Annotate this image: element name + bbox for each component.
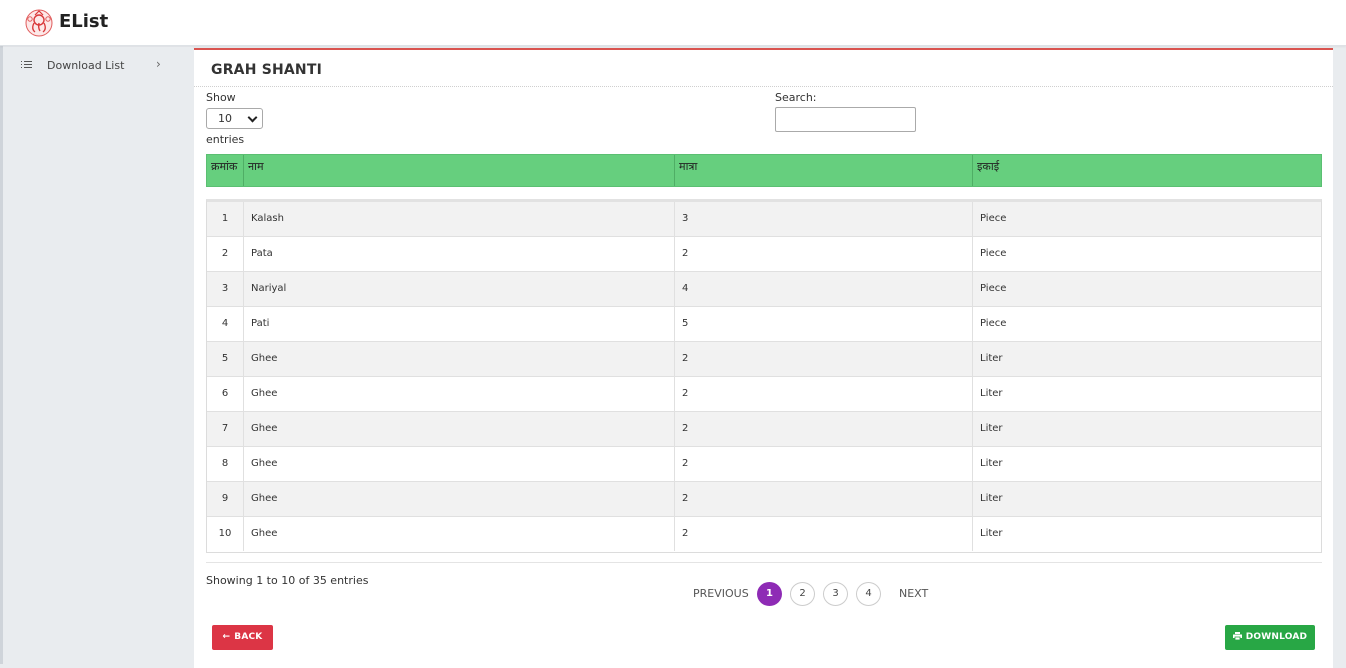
chevron-right-icon: › [156,57,161,71]
download-button-label: DOWNLOAD [1245,632,1308,642]
cell-quantity: 2 [675,237,973,271]
top-navbar: EList [0,0,1346,46]
cell-unit: Liter [980,528,1003,539]
cell-unit: Liter [980,458,1003,469]
cell-name: Ghee [244,412,675,446]
pagination-page-3[interactable]: 3 [823,582,848,606]
table-row: 4 Pati 5 Piece [207,307,1321,342]
cell-quantity: 5 [675,307,973,341]
pagination-page-1[interactable]: 1 [757,582,782,606]
sidebar-item-label: Download List [47,59,125,72]
table-header: क्रमांक नाम मात्रा इकाई [206,154,1322,187]
entries-select-value: 10 [218,112,232,125]
cell-serial: 4 [207,307,244,341]
cell-name: Ghee [244,447,675,481]
pagination-page-2[interactable]: 2 [790,582,815,606]
cell-name: Ghee [244,517,675,551]
cell-quantity: 2 [675,412,973,446]
download-button[interactable]: DOWNLOAD [1225,625,1315,650]
cell-unit: Liter [980,493,1003,504]
cell-unit: Piece [980,283,1007,294]
pagination-page-4[interactable]: 4 [856,582,881,606]
search-input[interactable] [775,107,916,132]
page-title: GRAH SHANTI [211,62,323,78]
column-header-unit[interactable]: इकाई [973,155,1321,186]
table-row: 3 Nariyal 4 Piece [207,272,1321,307]
footer-divider [206,562,1322,563]
cell-serial: 5 [207,342,244,376]
table-row: 5 Ghee 2 Liter [207,342,1321,377]
cell-quantity: 2 [675,517,973,551]
cell-serial: 6 [207,377,244,411]
back-button[interactable]: ← BACK [212,625,273,650]
back-button-label: BACK [234,632,263,642]
cell-serial: 8 [207,447,244,481]
search-label: Search: [775,91,817,104]
cell-name: Nariyal [244,272,675,306]
table-row: 2 Pata 2 Piece [207,237,1321,272]
table-row: 8 Ghee 2 Liter [207,447,1321,482]
pagination-next[interactable]: NEXT [899,587,928,600]
cell-quantity: 3 [675,202,973,236]
cell-unit: Piece [980,318,1007,329]
cell-name: Ghee [244,342,675,376]
cell-unit: Piece [980,213,1007,224]
table-row: 7 Ghee 2 Liter [207,412,1321,447]
cell-quantity: 2 [675,482,973,516]
cell-name: Pata [244,237,675,271]
showing-info: Showing 1 to 10 of 35 entries [206,574,369,587]
list-icon [21,61,32,69]
cell-serial: 9 [207,482,244,516]
chevron-down-icon [247,112,258,123]
cell-serial: 10 [207,517,244,551]
print-icon [1232,632,1242,640]
cell-quantity: 2 [675,342,973,376]
cell-serial: 2 [207,237,244,271]
table-row: 9 Ghee 2 Liter [207,482,1321,517]
cell-unit: Liter [980,423,1003,434]
column-header-serial[interactable]: क्रमांक [207,155,244,186]
cell-name: Ghee [244,377,675,411]
cell-serial: 1 [207,202,244,236]
app-brand: EList [59,11,109,32]
table-row: 10 Ghee 2 Liter [207,517,1321,552]
entries-label: entries [206,133,245,146]
entries-select[interactable]: 10 [206,108,263,129]
cell-name: Pati [244,307,675,341]
pagination-previous[interactable]: PREVIOUS [693,587,749,600]
cell-unit: Piece [980,248,1007,259]
table-body: 1 Kalash 3 Piece 2 Pata 2 Piece 3 Nariyal 4 Piece 4 P… [206,199,1322,553]
table-row: 6 Ghee 2 Liter [207,377,1321,412]
cell-serial: 3 [207,272,244,306]
cell-quantity: 2 [675,377,973,411]
title-divider [194,86,1333,87]
cell-name: Kalash [244,202,675,236]
sidebar-item-download-list[interactable]: Download List › [3,55,193,79]
column-header-name[interactable]: नाम [244,155,675,186]
arrow-left-icon: ← [222,632,231,642]
cell-unit: Liter [980,353,1003,364]
cell-serial: 7 [207,412,244,446]
cell-quantity: 4 [675,272,973,306]
table-row: 1 Kalash 3 Piece [207,202,1321,237]
column-header-quantity[interactable]: मात्रा [675,155,973,186]
cell-quantity: 2 [675,447,973,481]
cell-name: Ghee [244,482,675,516]
sidebar: Download List › [3,47,193,664]
show-label: Show [206,91,236,104]
ganesha-logo-icon [25,9,53,37]
list-card: GRAH SHANTI Show 10 entries Search: क्रम… [194,48,1333,668]
cell-unit: Liter [980,388,1003,399]
